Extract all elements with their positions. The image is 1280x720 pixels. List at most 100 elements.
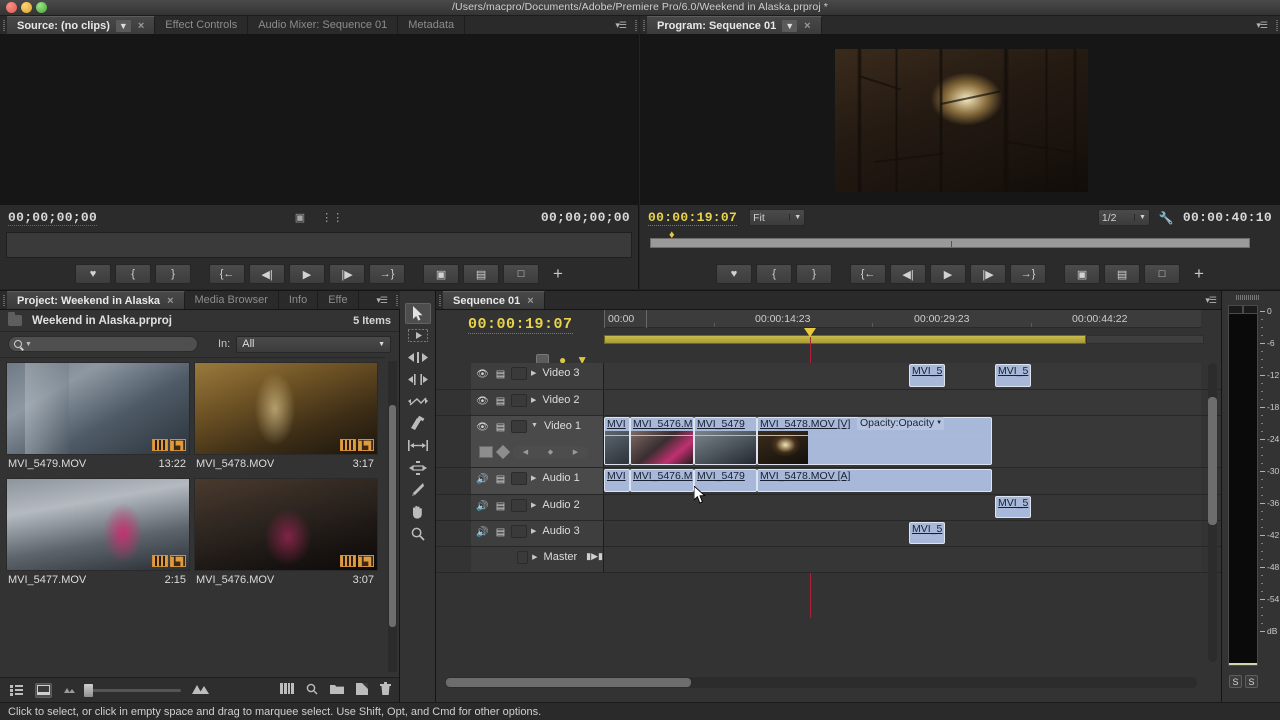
rate-stretch-tool[interactable] — [405, 391, 431, 412]
list-view-button[interactable] — [8, 683, 25, 698]
chevron-right-icon[interactable]: ▶ — [531, 369, 536, 377]
scrollbar-thumb[interactable] — [389, 405, 396, 627]
lock-track-icon[interactable]: ▤ — [493, 394, 508, 408]
eye-icon[interactable]: 👁 — [475, 367, 490, 381]
tab-program[interactable]: Program: Sequence 01 ▼ × — [647, 16, 822, 34]
effect-parameter-select[interactable]: Opacity:Opacity — [857, 417, 945, 430]
source-step-forward-button[interactable]: |▶ — [329, 264, 366, 284]
source-monitor-stage[interactable] — [0, 35, 638, 205]
speaker-icon[interactable]: 🔊 — [475, 472, 490, 486]
track-target-toggle[interactable] — [511, 420, 527, 433]
timeline-clip[interactable]: MVI_5 — [995, 496, 1031, 518]
track-target-toggle[interactable] — [517, 551, 529, 564]
close-icon[interactable]: × — [138, 20, 144, 32]
new-item-icon[interactable] — [356, 682, 368, 698]
opacity-rubberband[interactable] — [695, 435, 756, 436]
wrench-icon[interactable]: 🔧 — [1159, 211, 1174, 225]
show-keyframes-icon[interactable] — [479, 446, 493, 458]
thumbnail-image[interactable]: ▌▀▌ — [6, 478, 190, 571]
track-video-2-body[interactable] — [604, 390, 1201, 415]
track-target-toggle[interactable] — [511, 394, 527, 407]
track-audio-3-body[interactable]: MVI_5 — [604, 521, 1201, 546]
panel-grip-right[interactable] — [393, 291, 400, 309]
lock-track-icon[interactable]: ▤ — [493, 499, 508, 513]
chevron-right-icon[interactable]: ▶ — [531, 474, 536, 482]
thumbnail-image[interactable]: ▌▀▌ — [194, 362, 378, 455]
source-play-button[interactable]: ▶ — [289, 264, 326, 284]
panel-menu-icon[interactable]: ▾☰ — [609, 16, 632, 34]
program-add-marker-button[interactable]: ♥ — [716, 264, 753, 284]
keyframe-navigator[interactable]: ◀ ◆ ▶ — [513, 445, 588, 459]
bin-item[interactable]: ▌▀▌ MVI_5477.MOV 2:15 — [6, 478, 190, 586]
zoom-tool[interactable] — [405, 523, 431, 544]
tab-effects[interactable]: Effe — [318, 291, 359, 309]
source-mark-out-button[interactable]: } — [155, 264, 192, 284]
bin-item[interactable]: ▌▀▌ MVI_5479.MOV 13:22 — [6, 362, 190, 470]
program-go-to-out-button[interactable]: →} — [1010, 264, 1047, 284]
timeline-clip[interactable]: MVI_5479 — [694, 417, 757, 465]
source-mark-in-button[interactable]: { — [115, 264, 152, 284]
source-overwrite-button[interactable]: ▤ — [463, 264, 500, 284]
add-keyframe-icon[interactable]: ◆ — [548, 448, 553, 456]
tab-source[interactable]: Source: (no clips) ▼ × — [7, 16, 156, 34]
timeline-clip[interactable]: MVI_5 — [909, 522, 945, 544]
close-icon[interactable]: × — [527, 295, 533, 307]
zoom-level-select[interactable]: Fit ▼ — [749, 209, 806, 226]
thumbnail-image[interactable]: ▌▀▌ — [6, 362, 190, 455]
chevron-down-icon[interactable]: ▼ — [115, 19, 131, 32]
next-keyframe-icon[interactable]: ▶ — [573, 448, 578, 456]
track-header-audio-2[interactable]: 🔊 ▤ ▶ Audio 2 — [471, 495, 604, 520]
panel-grip-right[interactable] — [632, 16, 639, 34]
timeline-clip-selected[interactable]: MVI_5478.MOV [A] — [757, 469, 992, 492]
timeline-vertical-scrollbar[interactable] — [1208, 363, 1217, 662]
automate-to-sequence-icon[interactable] — [280, 683, 294, 697]
panel-grip[interactable] — [436, 291, 443, 309]
tab-metadata[interactable]: Metadata — [398, 16, 466, 34]
find-icon[interactable] — [306, 683, 318, 698]
playback-resolution-select[interactable]: 1/2 ▼ — [1097, 209, 1150, 226]
program-mark-in-button[interactable]: { — [756, 264, 793, 284]
program-video-frame[interactable] — [835, 49, 1088, 192]
chevron-down-icon[interactable]: ▼ — [782, 19, 798, 32]
zoom-in-icon[interactable] — [191, 683, 209, 697]
timeline-clip[interactable]: MVI_5 — [995, 364, 1031, 387]
icon-view-button[interactable] — [35, 682, 52, 698]
track-header-video-2[interactable]: 👁 ▤ ▶ Video 2 — [471, 390, 604, 415]
track-video-3-body[interactable]: MVI_5 MVI_5 — [604, 363, 1201, 389]
program-lift-button[interactable]: ▣ — [1064, 264, 1101, 284]
source-export-frame-button[interactable]: □ — [503, 264, 540, 284]
program-button-editor-icon[interactable]: + — [1194, 264, 1204, 284]
program-current-timecode[interactable]: 00:00:19:07 — [648, 210, 738, 226]
panel-grip[interactable] — [0, 16, 7, 34]
source-button-editor-icon[interactable]: + — [553, 264, 563, 284]
lock-track-icon[interactable]: ▤ — [493, 420, 508, 434]
panel-menu-icon[interactable]: ▾☰ — [1199, 291, 1222, 309]
playhead-marker[interactable] — [804, 328, 816, 337]
selection-tool[interactable] — [404, 303, 431, 324]
scrollbar-thumb[interactable] — [1208, 397, 1217, 525]
program-export-frame-button[interactable]: □ — [1144, 264, 1181, 284]
track-target-toggle[interactable] — [511, 499, 527, 512]
source-insert-button[interactable]: ▣ — [423, 264, 460, 284]
slip-tool[interactable] — [405, 435, 431, 456]
clip-indicator-left[interactable] — [1228, 305, 1243, 314]
rolling-edit-tool[interactable] — [405, 369, 431, 390]
tab-effect-controls[interactable]: Effect Controls — [155, 16, 249, 34]
master-meter-icon[interactable]: ▮▶▮ — [586, 551, 603, 562]
new-bin-icon[interactable] — [330, 683, 344, 697]
film-strip-icon[interactable]: ▣ — [295, 211, 305, 224]
audio-waveform-icon[interactable]: ⋮⋮ — [321, 211, 343, 224]
source-duration-timecode[interactable]: 00;00;00;00 — [541, 210, 630, 225]
work-area-bar[interactable] — [604, 335, 1086, 344]
panel-grip[interactable] — [640, 16, 647, 34]
project-vertical-scrollbar[interactable] — [388, 361, 397, 672]
previous-keyframe-icon[interactable]: ◀ — [523, 448, 528, 456]
program-go-to-in-button[interactable]: {← — [850, 264, 887, 284]
timeline-clip[interactable]: MVI_5476.M — [630, 469, 694, 492]
work-area-remainder[interactable] — [1086, 335, 1204, 344]
opacity-rubberband[interactable] — [605, 435, 629, 436]
chevron-right-icon[interactable]: ▶ — [531, 527, 536, 535]
track-video-1-body[interactable]: MVI MVI_5476.M MVI_5479 MVI_5478.MOV [V]… — [604, 416, 1201, 467]
lock-track-icon[interactable]: ▤ — [493, 367, 508, 381]
scrollbar-thumb[interactable] — [446, 678, 691, 687]
